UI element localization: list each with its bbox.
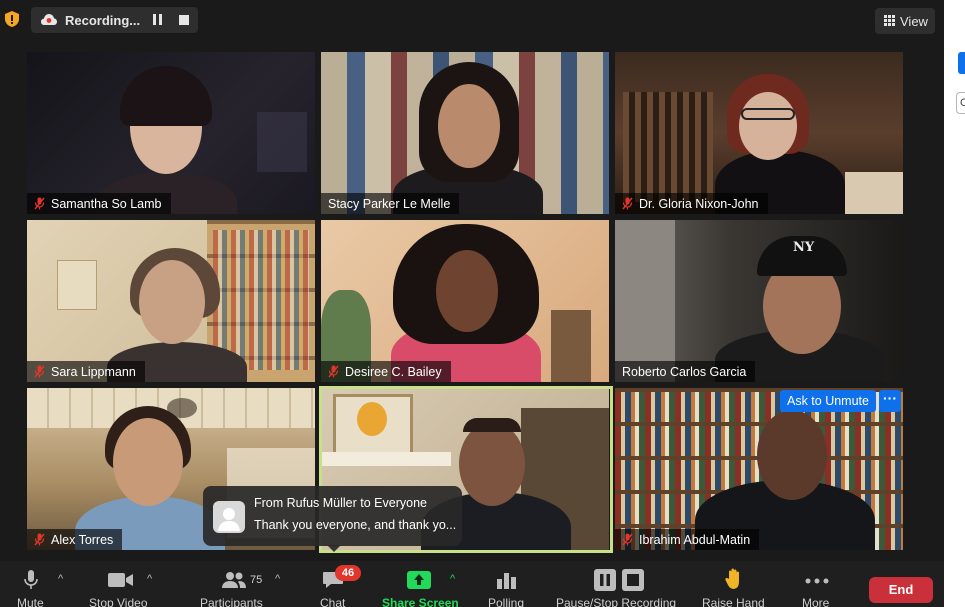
- end-meeting-button[interactable]: End: [869, 577, 933, 603]
- participant-name-tag: Samantha So Lamb: [27, 193, 171, 214]
- meeting-toolbar: Mute ^ Stop Video ^ 75 Participants ^ Ch…: [0, 561, 944, 607]
- recording-indicator: Recording...: [31, 7, 198, 33]
- participant-name: Samantha So Lamb: [51, 196, 162, 211]
- mute-label: Mute: [17, 596, 44, 607]
- more-dots-icon: [805, 578, 829, 584]
- participant-name: Desiree C. Bailey: [345, 364, 442, 379]
- share-options-chevron-icon[interactable]: ^: [450, 573, 455, 585]
- cloud-recording-icon: [41, 14, 57, 25]
- participant-name: Dr. Gloria Nixon-John: [639, 196, 759, 211]
- recording-label: Recording...: [65, 13, 141, 28]
- video-camera-icon: [108, 573, 133, 587]
- muted-mic-icon: [622, 197, 633, 210]
- side-panel-field[interactable]: C: [956, 92, 965, 114]
- video-tile[interactable]: Desiree C. Bailey: [321, 220, 609, 382]
- participant-name-tag: Desiree C. Bailey: [321, 361, 451, 382]
- participants-button[interactable]: 75 Participants: [196, 561, 272, 607]
- side-panel-edge: C: [944, 0, 965, 607]
- toast-pointer: [327, 545, 341, 552]
- stop-icon: [622, 569, 644, 591]
- raise-hand-button[interactable]: Raise Hand: [698, 561, 770, 607]
- hand-icon: [725, 568, 739, 589]
- security-shield-icon[interactable]: [4, 10, 20, 28]
- bar-chart-icon: [497, 573, 516, 589]
- chat-message-preview: Thank you everyone, and thank yo...: [254, 518, 457, 532]
- video-tile[interactable]: Samantha So Lamb: [27, 52, 315, 214]
- share-screen-label: Share Screen: [382, 596, 459, 607]
- participants-label: Participants: [200, 596, 263, 607]
- stop-recording-icon[interactable]: [179, 15, 189, 25]
- participants-options-chevron-icon[interactable]: ^: [275, 573, 280, 585]
- pause-stop-recording-label: Pause/Stop Recording: [556, 596, 677, 607]
- participants-icon: [222, 572, 246, 588]
- grid-icon: [884, 15, 895, 26]
- participant-name-tag: Dr. Gloria Nixon-John: [615, 193, 768, 214]
- more-button[interactable]: More: [797, 561, 837, 607]
- video-tile[interactable]: Stacy Parker Le Melle: [321, 52, 609, 214]
- polling-button[interactable]: Polling: [484, 561, 530, 607]
- video-tile[interactable]: Ibrahim Abdul-Matin: [615, 388, 903, 550]
- pause-stop-recording-button[interactable]: Pause/Stop Recording: [553, 561, 685, 607]
- avatar: [213, 501, 245, 533]
- chat-notification[interactable]: From Rufus Müller to Everyone Thank you …: [203, 486, 462, 552]
- polling-label: Polling: [488, 596, 525, 607]
- video-options-chevron-icon[interactable]: ^: [147, 573, 152, 585]
- participant-name-tag: Sara Lippmann: [27, 361, 145, 382]
- participant-name: Alex Torres: [51, 532, 114, 547]
- participant-name: Roberto Carlos Garcia: [622, 364, 747, 379]
- pause-recording-icon[interactable]: [153, 14, 163, 26]
- video-tile[interactable]: Dr. Gloria Nixon-John: [615, 52, 903, 214]
- view-button[interactable]: View: [875, 8, 935, 34]
- view-label: View: [900, 14, 928, 29]
- chat-sender: From Rufus Müller to Everyone: [254, 496, 427, 510]
- muted-mic-icon: [34, 533, 45, 546]
- participants-count: 75: [250, 574, 263, 586]
- participant-name: Sara Lippmann: [51, 364, 136, 379]
- participant-name-tag: Alex Torres: [27, 529, 123, 550]
- participant-name: Ibrahim Abdul-Matin: [639, 532, 751, 547]
- pause-icon: [594, 569, 616, 591]
- participant-name: Stacy Parker Le Melle: [328, 196, 451, 211]
- muted-mic-icon: [328, 365, 339, 378]
- tile-more-button[interactable]: ···: [879, 390, 901, 412]
- video-tile[interactable]: NY Roberto Carlos Garcia: [615, 220, 903, 382]
- chat-unread-badge: 46: [335, 565, 361, 581]
- ask-to-unmute-button[interactable]: Ask to Unmute: [780, 390, 876, 412]
- participant-name-tag: Roberto Carlos Garcia: [615, 361, 756, 382]
- more-label: More: [802, 596, 830, 607]
- mute-button[interactable]: Mute: [0, 561, 62, 607]
- share-screen-icon: [407, 571, 431, 589]
- stop-video-label: Stop Video: [89, 596, 148, 607]
- stop-video-button[interactable]: Stop Video: [84, 561, 156, 607]
- chat-label: Chat: [320, 596, 346, 607]
- participant-name-tag: Stacy Parker Le Melle: [321, 193, 460, 214]
- muted-mic-icon: [34, 365, 45, 378]
- participant-name-tag: Ibrahim Abdul-Matin: [615, 529, 760, 550]
- side-panel-button[interactable]: [958, 52, 965, 74]
- audio-options-chevron-icon[interactable]: ^: [58, 573, 63, 585]
- raise-hand-label: Raise Hand: [702, 596, 765, 607]
- video-tile[interactable]: Sara Lippmann: [27, 220, 315, 382]
- microphone-icon: [24, 570, 38, 589]
- muted-mic-icon: [622, 533, 633, 546]
- muted-mic-icon: [34, 197, 45, 210]
- zoom-meeting-window: Recording... View C Samantha So Lamb Sta…: [0, 0, 965, 607]
